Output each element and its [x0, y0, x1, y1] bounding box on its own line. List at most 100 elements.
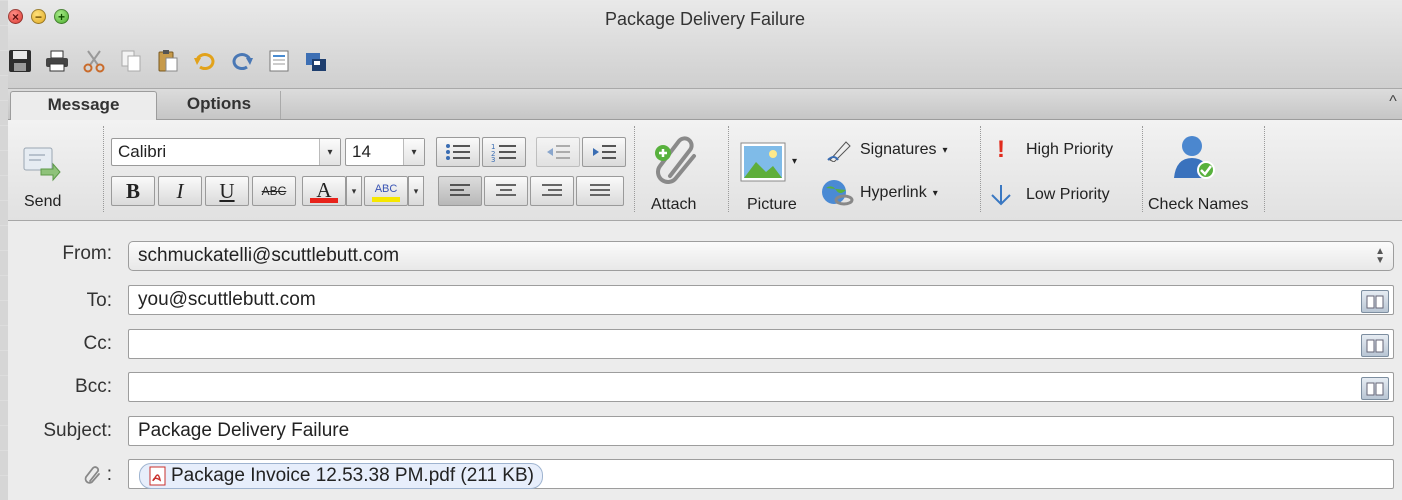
attachments-field[interactable]: Package Invoice 12.53.38 PM.pdf (211 KB) [128, 459, 1394, 489]
font-color-button[interactable]: A [302, 176, 346, 206]
align-left-icon [450, 184, 470, 196]
message-options-icon [269, 50, 289, 72]
address-book-button[interactable] [1361, 377, 1389, 400]
attach-label: Attach [651, 196, 697, 213]
exclamation-icon: ! [997, 136, 1005, 163]
attachment-item[interactable]: Package Invoice 12.53.38 PM.pdf (211 KB) [139, 463, 543, 489]
italic-button[interactable]: I [158, 176, 202, 206]
address-book-button[interactable] [1361, 290, 1389, 313]
subject-label: Subject: [43, 420, 112, 441]
collapse-ribbon-button[interactable]: ^ [1384, 93, 1402, 111]
to-field[interactable]: you@scuttlebutt.com [128, 285, 1394, 315]
decrease-indent-button[interactable] [536, 137, 580, 167]
window-title: Package Delivery Failure [604, 9, 806, 29]
cc-field[interactable] [128, 329, 1394, 359]
undo-button[interactable] [193, 49, 217, 73]
ribbon-separator [1142, 126, 1143, 212]
hyperlink-label: Hyperlink [860, 184, 927, 201]
save-icon [9, 50, 31, 72]
font-color-letter: A [316, 177, 332, 202]
highlight-button[interactable]: ABC [364, 176, 408, 206]
justify-button[interactable] [576, 176, 624, 206]
pdf-file-icon [149, 466, 166, 486]
check-names-label: Check Names [1148, 196, 1249, 213]
justify-icon [590, 184, 610, 196]
compose-window: × − + Package Delivery Failure Message O… [8, 0, 1402, 500]
paperclip-icon [84, 466, 100, 484]
underline-button[interactable]: U [205, 176, 249, 206]
low-priority-button[interactable]: Low Priority [988, 184, 1110, 206]
align-center-button[interactable] [484, 176, 528, 206]
to-value: you@scuttlebutt.com [138, 289, 316, 310]
align-center-icon [496, 184, 516, 196]
chevron-down-icon: ▾ [319, 139, 340, 165]
redo-icon [232, 53, 253, 70]
cut-icon [83, 50, 105, 73]
address-book-icon [1366, 295, 1384, 308]
send-icon [23, 147, 61, 182]
bcc-label: Bcc: [75, 376, 112, 397]
address-book-button[interactable] [1361, 334, 1389, 357]
customize-toolbar-icon [306, 53, 326, 71]
address-form: From: schmuckatelli@scuttlebutt.com ▲ ▼ T… [8, 221, 1402, 500]
increase-indent-icon [593, 145, 616, 159]
from-value: schmuckatelli@scuttlebutt.com [138, 245, 400, 266]
align-right-icon [542, 184, 562, 196]
highlight-text: ABC [374, 182, 398, 195]
strikethrough-button[interactable]: ABC [252, 176, 296, 206]
address-book-icon [1366, 339, 1384, 352]
picture-label: Picture [747, 196, 797, 213]
picture-icon [740, 142, 786, 182]
highlight-dropdown[interactable]: ▾ [408, 176, 424, 206]
font-color-dropdown[interactable]: ▾ [346, 176, 362, 206]
signatures-label: Signatures [860, 141, 937, 158]
paste-button[interactable] [156, 49, 180, 73]
numbered-list-button[interactable]: 123 [482, 137, 526, 167]
ribbon-tabs: Message Options ^ [8, 89, 1402, 120]
redo-button[interactable] [230, 49, 254, 73]
attachment-filename: Package Invoice 12.53.38 PM.pdf (211 KB) [171, 465, 534, 486]
ribbon-separator [103, 126, 104, 212]
font-name-select[interactable]: Calibri ▾ [111, 138, 341, 166]
bulleted-list-button[interactable] [436, 137, 480, 167]
copy-button[interactable] [119, 49, 143, 73]
quick-access-toolbar [8, 49, 328, 73]
cc-label: Cc: [83, 333, 113, 354]
subject-field[interactable]: Package Delivery Failure [128, 416, 1394, 446]
chevron-down-icon: ▾ [792, 156, 798, 167]
tab-options[interactable]: Options [158, 91, 281, 119]
increase-indent-button[interactable] [582, 137, 626, 167]
paste-icon [158, 50, 178, 72]
message-options-button[interactable] [267, 49, 291, 73]
ribbon-separator [634, 126, 635, 212]
ribbon-separator [980, 126, 981, 212]
address-book-icon [1366, 382, 1384, 395]
align-right-button[interactable] [530, 176, 574, 206]
save-button[interactable] [8, 49, 32, 73]
print-icon [46, 50, 68, 72]
down-arrow-icon [991, 185, 1011, 206]
bcc-field[interactable] [128, 372, 1394, 402]
signatures-button[interactable]: Signatures ▾ [826, 138, 948, 162]
numbered-list-icon: 123 [491, 143, 516, 162]
from-select[interactable]: schmuckatelli@scuttlebutt.com ▲ ▼ [128, 241, 1394, 271]
high-priority-label: High Priority [1026, 141, 1114, 158]
bulleted-list-icon [446, 144, 470, 160]
high-priority-button[interactable]: ! High Priority [988, 136, 1114, 163]
ribbon: Send Calibri ▾ 14 ▾ 123 B I U ABC A ▾ AB… [8, 120, 1402, 221]
globe-link-icon [822, 180, 854, 206]
print-button[interactable] [45, 49, 69, 73]
decrease-indent-icon [547, 145, 570, 159]
align-left-button[interactable] [438, 176, 482, 206]
customize-toolbar-button[interactable] [304, 49, 328, 73]
font-size-select[interactable]: 14 ▾ [345, 138, 425, 166]
bold-button[interactable]: B [111, 176, 155, 206]
hyperlink-button[interactable]: Hyperlink ▾ [820, 178, 938, 208]
tab-message[interactable]: Message [10, 91, 157, 120]
low-priority-label: Low Priority [1026, 186, 1110, 203]
window-chrome: × − + Package Delivery Failure [8, 0, 1402, 89]
chevron-down-icon: ▾ [942, 144, 948, 156]
cut-button[interactable] [82, 49, 106, 73]
svg-text:3: 3 [491, 156, 495, 162]
from-label: From: [62, 243, 112, 264]
